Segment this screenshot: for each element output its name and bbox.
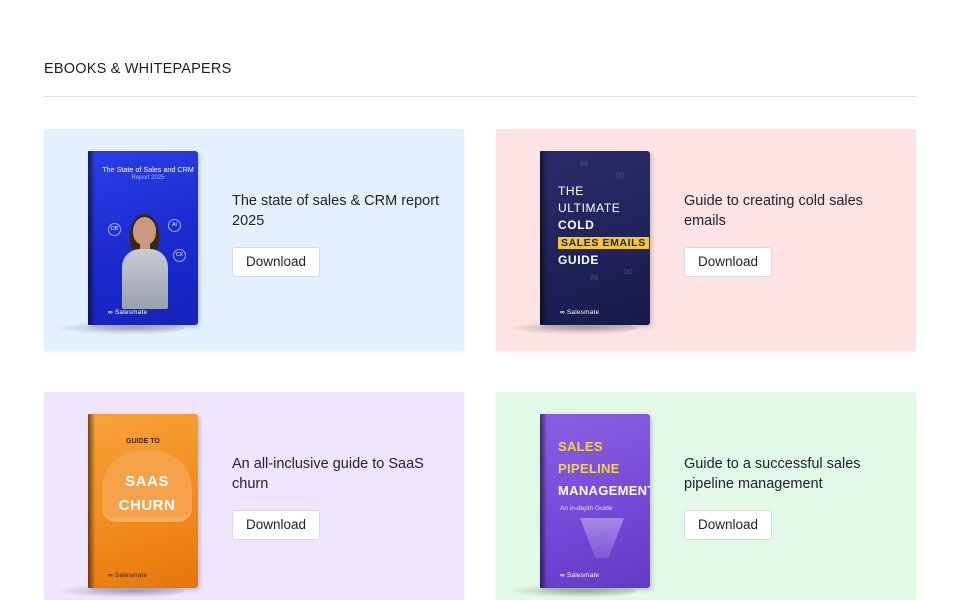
cover-title: The State of Sales and CRM: [102, 165, 194, 174]
cover-line: COLD: [558, 218, 595, 232]
cover-line: MANAGEMENT: [558, 483, 650, 498]
cover-spine: [540, 414, 547, 588]
cover-bubble: DB: [108, 223, 121, 236]
section-title: EBOOKS & WHITEPAPERS: [44, 61, 232, 77]
card-title[interactable]: The state of sales & CRM report 2025: [232, 191, 442, 231]
cover-line: SALES: [558, 439, 603, 454]
cover-line: THE: [558, 184, 584, 198]
envelope-icon: ✉: [616, 171, 625, 182]
download-button[interactable]: Download: [232, 510, 321, 540]
cover-spine: [88, 151, 95, 325]
cover-line: CHURN: [118, 497, 176, 514]
download-button[interactable]: Download: [232, 247, 321, 277]
cover-spine: [540, 151, 547, 325]
download-button[interactable]: Download: [684, 247, 773, 277]
section-divider: [44, 96, 916, 97]
ebook-card: ✉ ✉ ✉ ✉ THE ULTIMATE COLD SALES EMAILS G…: [496, 129, 916, 351]
card-title[interactable]: An all-inclusive guide to SaaS churn: [232, 454, 442, 494]
person-illustration: [122, 214, 168, 309]
ebook-card: SALES PIPELINE MANAGEMENT An in-depth Gu…: [496, 392, 916, 600]
cover-image: GUIDE TO SAAS CHURN ∞ Salesmate: [88, 414, 198, 588]
cover-subtitle: An in-depth Guide: [560, 505, 613, 512]
cover-bubble: CX: [173, 249, 186, 262]
cover-image: SALES PIPELINE MANAGEMENT An in-depth Gu…: [540, 414, 650, 588]
cover-brand: ∞ Salesmate: [560, 309, 600, 316]
cover-highlight: SALES EMAILS: [558, 237, 649, 249]
cover-brand: ∞ Salesmate: [108, 309, 148, 316]
cover-line: GUIDE: [558, 253, 600, 267]
ebook-cover[interactable]: SALES PIPELINE MANAGEMENT An in-depth Gu…: [506, 414, 652, 598]
card-title[interactable]: Guide to creating cold sales emails: [684, 191, 894, 231]
cover-image: The State of Sales and CRM Report 2025 D…: [88, 151, 198, 325]
cover-kicker: GUIDE TO: [126, 438, 160, 445]
cover-image: ✉ ✉ ✉ ✉ THE ULTIMATE COLD SALES EMAILS G…: [540, 151, 650, 325]
ebook-cover[interactable]: GUIDE TO SAAS CHURN ∞ Salesmate: [54, 414, 200, 598]
ebook-cover[interactable]: ✉ ✉ ✉ ✉ THE ULTIMATE COLD SALES EMAILS G…: [506, 151, 652, 335]
cover-line: SAAS: [125, 473, 169, 490]
funnel-illustration: [580, 518, 624, 558]
card-title[interactable]: Guide to a successful sales pipeline man…: [684, 454, 894, 494]
envelope-icon: ✉: [580, 159, 589, 170]
ebook-cover[interactable]: The State of Sales and CRM Report 2025 D…: [54, 151, 200, 335]
envelope-icon: ✉: [590, 273, 599, 284]
ebook-card: The State of Sales and CRM Report 2025 D…: [44, 129, 464, 351]
cover-brand: ∞ Salesmate: [560, 572, 600, 579]
cover-subtitle: Report 2025: [131, 175, 165, 181]
cover-bubble: AI: [168, 219, 181, 232]
download-button[interactable]: Download: [684, 510, 773, 540]
cover-line: PIPELINE: [558, 461, 620, 476]
cover-brand: ∞ Salesmate: [108, 572, 148, 579]
cover-line: ULTIMATE: [558, 201, 621, 215]
ebook-card: GUIDE TO SAAS CHURN ∞ Salesmate An all-in…: [44, 392, 464, 600]
